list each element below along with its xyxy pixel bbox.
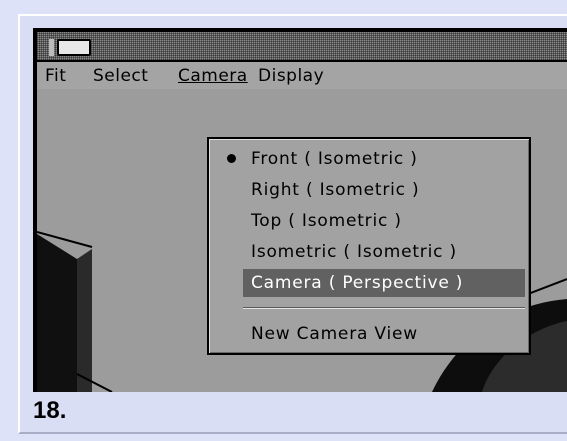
selected-bullet-icon <box>227 154 236 163</box>
app-window: Fit Select Camera Display Front ( Isomet <box>33 28 567 392</box>
menu-item-new-camera-view-label: New Camera View <box>251 324 418 344</box>
menu-fit[interactable]: Fit <box>45 66 66 86</box>
menu-item-camera-perspective-label: Camera ( Perspective ) <box>251 273 464 293</box>
menu-item-front[interactable]: Front ( Isometric ) <box>213 145 525 173</box>
menu-select[interactable]: Select <box>93 66 148 86</box>
menu-display[interactable]: Display <box>258 66 324 86</box>
scene-cube-front-face <box>37 234 77 392</box>
menu-item-right[interactable]: Right ( Isometric ) <box>213 176 525 204</box>
menu-camera[interactable]: Camera <box>178 66 248 86</box>
menu-item-front-label: Front ( Isometric ) <box>251 149 418 169</box>
menu-item-isometric[interactable]: Isometric ( Isometric ) <box>213 238 525 266</box>
page-background: Fit Select Camera Display Front ( Isomet <box>0 0 567 441</box>
menu-item-top-label: Top ( Isometric ) <box>251 211 402 231</box>
title-bar[interactable] <box>37 32 567 62</box>
step-number-label: 18. <box>33 397 67 424</box>
camera-dropdown-menu: Front ( Isometric ) Right ( Isometric ) … <box>207 137 531 355</box>
menu-item-camera-perspective[interactable]: Camera ( Perspective ) <box>243 269 525 297</box>
scene-cube-side-face <box>77 249 92 392</box>
title-bar-edge <box>49 39 54 56</box>
menu-separator <box>243 307 525 309</box>
menu-item-top[interactable]: Top ( Isometric ) <box>213 207 525 235</box>
menu-bar: Fit Select Camera Display <box>37 62 567 89</box>
menu-item-new-camera-view[interactable]: New Camera View <box>213 320 525 348</box>
menu-item-isometric-label: Isometric ( Isometric ) <box>251 242 457 262</box>
menu-item-right-label: Right ( Isometric ) <box>251 180 420 200</box>
window-drag-handle[interactable] <box>57 39 91 56</box>
